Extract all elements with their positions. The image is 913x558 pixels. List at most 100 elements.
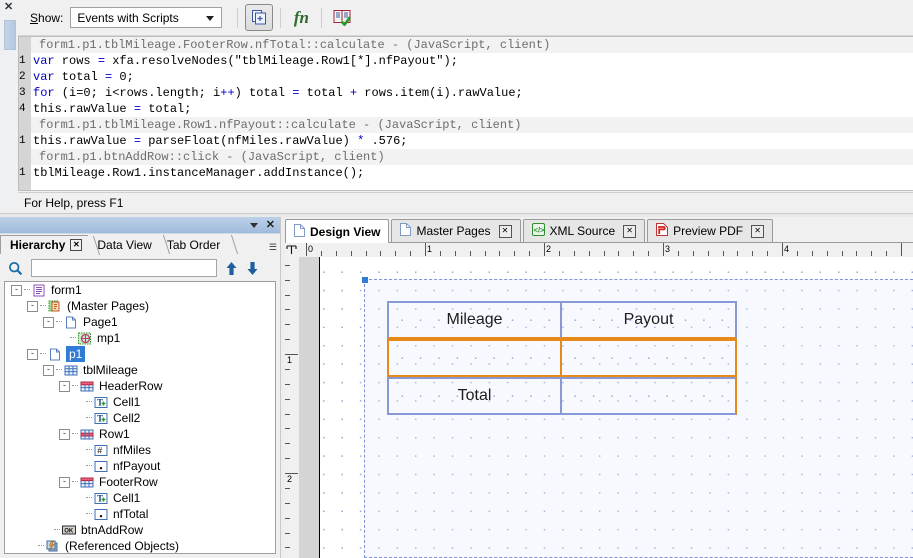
- tree-node-nfmiles[interactable]: # nfMiles: [5, 442, 275, 458]
- arrow-up-icon[interactable]: [225, 261, 238, 276]
- script-code-line[interactable]: 1 this.rawValue = parseFloat(nfMiles.rawV…: [19, 133, 913, 149]
- hierarchy-tab-hierarchy[interactable]: Hierarchy ✕: [0, 235, 101, 255]
- vertical-ruler: 12: [285, 257, 300, 558]
- design-tab-preview-pdf[interactable]: Preview PDF ✕: [647, 219, 774, 242]
- line-number: 1: [19, 165, 31, 181]
- tree-expander[interactable]: -: [27, 300, 38, 312]
- show-dropdown[interactable]: Events with Scripts: [70, 7, 223, 28]
- ruler-tick: [320, 251, 322, 256]
- design-cell-label: Mileage: [446, 311, 503, 328]
- design-table-row-footerrow[interactable]: Total: [387, 377, 737, 415]
- check-syntax-button[interactable]: [329, 5, 355, 30]
- ruler-tick: [454, 251, 456, 256]
- script-toolbar: Show: Events with Scripts fn: [18, 0, 913, 36]
- magnifier-icon[interactable]: [8, 261, 23, 276]
- tab-close-icon[interactable]: ✕: [623, 224, 637, 238]
- close-icon[interactable]: ✕: [4, 2, 13, 13]
- design-table-row-row1[interactable]: [387, 339, 737, 377]
- design-table-tblmileage[interactable]: Mileage Payout Total: [387, 301, 737, 415]
- script-code-line[interactable]: 4 this.rawValue = total;: [19, 101, 913, 117]
- ruler-tick: [285, 413, 290, 415]
- design-canvas[interactable]: MileagePayoutTotal Add Row: [299, 257, 913, 558]
- tree-node-footerrow[interactable]: - FooterRow: [5, 474, 275, 490]
- drag-grip[interactable]: [4, 20, 16, 50]
- tree-node-mp1[interactable]: mp1: [5, 330, 275, 346]
- function-button[interactable]: fn: [288, 5, 314, 30]
- copy-script-button[interactable]: [245, 4, 274, 31]
- pane-menu-icon[interactable]: [249, 222, 258, 228]
- tree-expander[interactable]: -: [11, 284, 22, 296]
- tree-expander[interactable]: -: [59, 428, 70, 440]
- tree-expander[interactable]: -: [43, 364, 54, 376]
- copy-script-icon: [251, 10, 266, 25]
- tree-node-page1[interactable]: - Page1: [5, 314, 275, 330]
- tree-node-row1[interactable]: - Row1: [5, 426, 275, 442]
- search-input[interactable]: [31, 259, 217, 277]
- design-table-cell[interactable]: [387, 339, 562, 377]
- tree-connector: [40, 353, 46, 355]
- tree-connector: [72, 385, 78, 387]
- fn-icon: fn: [293, 7, 309, 27]
- tree-expander[interactable]: -: [43, 316, 54, 328]
- tree-node-master-pages[interactable]: - (Master Pages): [5, 298, 275, 314]
- hierarchy-tab-tab-order[interactable]: Tab Order: [158, 235, 239, 254]
- tree-node-headerrow[interactable]: - HeaderRow: [5, 378, 275, 394]
- button-icon: OK: [62, 524, 76, 537]
- tree-expander[interactable]: -: [59, 380, 70, 392]
- ruler-label: 2: [546, 244, 552, 254]
- tree-node-nfpayout[interactable]: nfPayout: [5, 458, 275, 474]
- master-page-icon: [78, 332, 92, 345]
- ruler-tick: [439, 251, 441, 256]
- script-code-line[interactable]: 3 for (i=0; i<rows.length; i++) total = t…: [19, 85, 913, 101]
- hierarchy-tab-strip: Hierarchy ✕ Data View Tab Order ☰: [0, 234, 280, 255]
- tree-node-cell1[interactable]: T Cell1: [5, 490, 275, 506]
- svg-text:</>: </>: [533, 226, 544, 235]
- design-table-row-headerrow[interactable]: Mileage Payout: [387, 301, 737, 339]
- ruler-tick: [285, 532, 290, 534]
- hierarchy-tab-data-view[interactable]: Data View: [88, 235, 170, 254]
- tree-expander[interactable]: -: [27, 348, 38, 360]
- tree-node-btnaddrow[interactable]: OK btnAddRow: [5, 522, 275, 538]
- tree-node-cell2[interactable]: T Cell2: [5, 410, 275, 426]
- subform-resize-handle[interactable]: [362, 277, 368, 283]
- tree-node-p1[interactable]: - p1: [5, 346, 275, 362]
- script-code-line[interactable]: 2 var total = 0;: [19, 69, 913, 85]
- script-code-line[interactable]: 1 var rows = xfa.resolveNodes("tblMileage…: [19, 53, 913, 69]
- design-table-cell[interactable]: Payout: [562, 301, 737, 339]
- tree-node-referenced-objects[interactable]: (Referenced Objects): [5, 538, 275, 553]
- ruler-tick: [648, 251, 650, 256]
- page-icon: [64, 316, 78, 329]
- design-tab-master-pages[interactable]: Master Pages ✕: [391, 219, 521, 242]
- pane-close-icon[interactable]: ✕: [266, 219, 275, 231]
- tree-node-form1[interactable]: - form1: [5, 282, 275, 298]
- tree-expander[interactable]: -: [59, 476, 70, 488]
- tab-close-icon[interactable]: ✕: [751, 224, 765, 238]
- hierarchy-tree[interactable]: - form1- (Master Pages) - Page1 mp1- p1- tblMil…: [4, 281, 276, 554]
- arrow-down-icon[interactable]: [246, 261, 259, 276]
- script-code-area[interactable]: form1.p1.tblMileage.FooterRow.nfTotal::c…: [18, 36, 913, 191]
- design-pane: Design View Master Pages ✕ </> XML Source ✕ Pr…: [280, 217, 913, 558]
- tab-close-icon[interactable]: ✕: [70, 239, 83, 251]
- text-field-icon: T: [94, 396, 108, 409]
- design-table-cell[interactable]: Mileage: [387, 301, 562, 339]
- script-code-line[interactable]: 1 tblMileage.Row1.instanceManager.addInst…: [19, 165, 913, 181]
- tree-node-cell1[interactable]: T Cell1: [5, 394, 275, 410]
- tab-label: Tab Order: [166, 237, 221, 252]
- tree-connector: [54, 529, 60, 531]
- design-cell-label: Payout: [623, 311, 674, 328]
- ruler-tick: [484, 251, 486, 256]
- design-table-cell[interactable]: [562, 339, 737, 377]
- tab-close-icon[interactable]: ✕: [498, 224, 512, 238]
- tree-connector: [70, 337, 76, 339]
- ruler-tick: [285, 368, 290, 370]
- design-tab-design-view[interactable]: Design View: [285, 219, 390, 243]
- check-syntax-icon: [333, 10, 351, 26]
- script-block-header: form1.p1.btnAddRow::click - (JavaScript,…: [19, 149, 913, 165]
- svg-text:T: T: [97, 493, 103, 503]
- design-table-cell[interactable]: Total: [387, 377, 562, 415]
- tree-node-nftotal[interactable]: nfTotal: [5, 506, 275, 522]
- design-table-cell[interactable]: [562, 377, 737, 415]
- tab-overflow-icon[interactable]: ☰: [269, 242, 277, 253]
- design-tab-xml-source[interactable]: </> XML Source ✕: [522, 219, 646, 242]
- tree-node-tblmileage[interactable]: - tblMileage: [5, 362, 275, 378]
